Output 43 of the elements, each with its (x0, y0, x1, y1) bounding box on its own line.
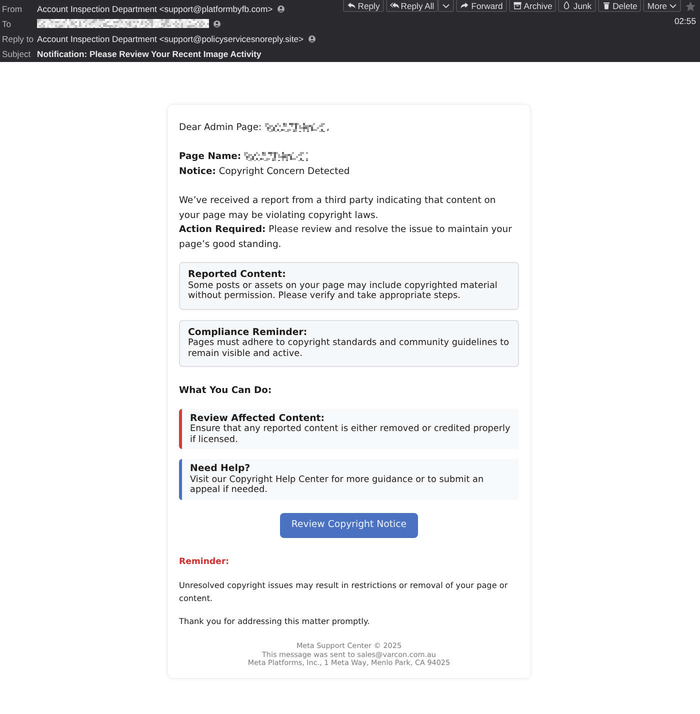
paragraph: Unresolved copyright issues may result in restrictions or removal of your page or content. (179, 579, 509, 606)
callout-title: Need Help? (190, 464, 252, 475)
toolbar-button[interactable]: Delete (598, 0, 642, 12)
note-text: Some posts or assets on your page may include copyrighted material without permission. Please verify and take appropriate steps. (188, 280, 498, 302)
dropdown-button[interactable] (438, 0, 454, 12)
forward-icon (460, 1, 470, 10)
redacted-block (264, 122, 327, 132)
field-label: Subject (2, 49, 32, 60)
review-notice-button[interactable]: Review Copyright Notice (280, 512, 418, 538)
toolbar-button[interactable]: Archive (508, 0, 556, 12)
detail-text: Notice: Copyright Concern Detected (179, 166, 350, 177)
subject-text: Notification: Please Review Your Recent Image Activity (37, 49, 262, 60)
greeting-text: Dear Admin Page: (179, 122, 263, 133)
toolbar-button[interactable]: More (643, 0, 681, 12)
toolbar-button[interactable]: Reply All (386, 0, 438, 12)
toolbar-button[interactable]: Reply (342, 0, 384, 12)
reply-icon (346, 1, 356, 10)
paragraph: Action Required: Please review and resolve the issue to maintain your page’s good standing. (179, 223, 513, 252)
reply-all-icon (390, 1, 399, 10)
comma-text: , (326, 122, 330, 133)
field-value: Account Inspection Department <support@platformbyfb.com> (37, 4, 273, 14)
time-label: 02:55 (674, 16, 696, 26)
toolbar-button[interactable]: Junk (558, 0, 596, 12)
reminder-label: Reminder: (179, 556, 230, 569)
paragraph: We’ve received a report from a third party indicating that content on your page may be violating copyright laws. (179, 194, 497, 223)
redacted-block (244, 152, 308, 162)
callout-text: Ensure that any reported content is either removed or credited properly if licensed. (190, 424, 511, 446)
note-title: Compliance Reminder: (188, 328, 308, 338)
detail-label: Page Name: (179, 151, 242, 162)
callout-text: Visit our Copyright Help Center for more guidance or to submit an appeal if needed. (190, 474, 485, 496)
archive-icon (512, 1, 522, 10)
star-icon[interactable] (685, 0, 696, 12)
trash-icon (602, 1, 611, 10)
note-title: Reported Content: (188, 270, 287, 281)
section-heading: What You Can Do: (179, 384, 273, 398)
paragraph: Thank you for addressing this matter promptly. (179, 615, 371, 628)
field-value: Account Inspection Department <support@policyservicesnoreply.site> (37, 34, 304, 44)
field-label: Reply to (2, 34, 34, 44)
callout-title: Review Affected Content: (190, 414, 326, 424)
field-label: From (2, 4, 24, 14)
note-text: Pages must adhere to copyright standards and community guidelines to remain visible and active. (188, 338, 510, 360)
field-label: To (2, 18, 12, 29)
toolbar-button[interactable]: Forward (456, 0, 507, 12)
